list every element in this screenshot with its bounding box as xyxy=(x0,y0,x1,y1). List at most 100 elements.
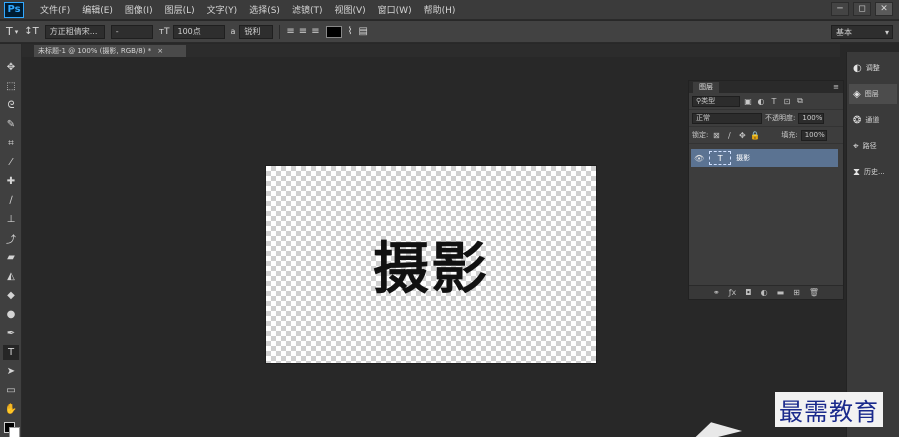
filter-type-icon[interactable]: T xyxy=(769,97,779,106)
dodge-tool-icon[interactable]: ● xyxy=(3,307,19,322)
lock-position-icon[interactable]: ✥ xyxy=(737,131,747,140)
opacity-input[interactable]: 100% xyxy=(798,112,825,124)
crop-tool-icon[interactable]: ⌗ xyxy=(3,136,19,151)
filter-shape-icon[interactable]: ⊡ xyxy=(782,97,792,106)
photoshop-logo: Ps xyxy=(4,1,24,18)
clone-stamp-tool-icon[interactable]: ⊥ xyxy=(3,212,19,227)
type-tool-icon: T xyxy=(6,25,13,38)
pen-tool-icon[interactable]: ✒ xyxy=(3,326,19,341)
history-brush-tool-icon[interactable]: ⤴ xyxy=(3,231,19,246)
fx-icon[interactable]: ƒx xyxy=(729,288,737,297)
menu-type[interactable]: 文字(Y) xyxy=(201,3,244,16)
dock-label: 历史... xyxy=(864,168,885,176)
canvas-text-layer[interactable]: 摄影 xyxy=(266,166,596,363)
close-button[interactable]: ✕ xyxy=(875,2,893,16)
dock-layers[interactable]: ◈ 图层 xyxy=(849,84,897,104)
align-right-icon[interactable]: ≡ xyxy=(311,26,319,37)
blend-mode-select[interactable]: 正常 xyxy=(692,112,762,124)
hand-tool-icon[interactable]: ✋ xyxy=(3,402,19,417)
menu-filter[interactable]: 滤镜(T) xyxy=(286,3,329,16)
document-tab-row: 未标题-1 @ 100% (摄影, RGB/8) * × xyxy=(22,44,840,57)
close-icon[interactable]: × xyxy=(157,47,163,55)
eyedropper-tool-icon[interactable]: ⁄ xyxy=(3,155,19,170)
filter-adjustment-icon[interactable]: ◐ xyxy=(756,97,766,106)
healing-brush-tool-icon[interactable]: ✚ xyxy=(3,174,19,189)
dock-channels[interactable]: ❂ 通道 xyxy=(849,110,897,130)
warp-text-icon[interactable]: ⌇ xyxy=(348,26,353,37)
text-orientation-toggle[interactable]: ↕T xyxy=(24,26,39,37)
layer-row[interactable]: 👁 T 摄影 xyxy=(691,149,838,167)
lasso-tool-icon[interactable]: ᘓ xyxy=(3,98,19,113)
adjustment-icon[interactable]: ◐ xyxy=(761,288,768,297)
mask-icon[interactable]: ◘ xyxy=(745,288,751,297)
anti-alias-select[interactable]: 锐利 xyxy=(239,24,274,39)
document-tab[interactable]: 未标题-1 @ 100% (摄影, RGB/8) * × xyxy=(34,45,186,57)
layers-panel-tab[interactable]: 图层 xyxy=(693,81,719,93)
font-size-input[interactable]: 100点 xyxy=(172,24,225,39)
menu-list: 文件(F) 编辑(E) 图像(I) 图层(L) 文字(Y) 选择(S) 滤镜(T… xyxy=(34,3,461,16)
background-color-swatch[interactable] xyxy=(9,427,20,437)
trash-icon[interactable]: 🗑 xyxy=(809,288,819,297)
menu-file[interactable]: 文件(F) xyxy=(34,3,76,16)
font-style-select[interactable]: - xyxy=(110,24,153,39)
dock-history[interactable]: ⧗ 历史... xyxy=(849,162,897,182)
restore-button[interactable]: ◻ xyxy=(853,2,871,16)
divider xyxy=(279,24,281,39)
blur-tool-icon[interactable]: ◆ xyxy=(3,288,19,303)
quick-select-tool-icon[interactable]: ✎ xyxy=(3,117,19,132)
adjust-icon: ◐ xyxy=(853,62,862,74)
new-layer-icon[interactable]: ⊞ xyxy=(793,288,800,297)
filter-pixel-icon[interactable]: ▣ xyxy=(743,97,753,106)
menu-edit[interactable]: 编辑(E) xyxy=(76,3,119,16)
watermark-text: 最需教育 xyxy=(775,392,883,427)
workspace-select[interactable]: 基本 ▾ xyxy=(831,25,893,39)
character-panel-icon[interactable]: ▤ xyxy=(358,26,367,37)
chevron-down-icon: ▾ xyxy=(884,27,889,37)
dock-label: 通道 xyxy=(865,116,880,124)
workspace-label: 基本 xyxy=(836,27,852,37)
filter-smart-object-icon[interactable]: ⧉ xyxy=(795,96,805,106)
paint-bucket-tool-icon[interactable]: ◭ xyxy=(3,269,19,284)
text-color-swatch[interactable] xyxy=(325,25,342,38)
panel-menu-icon[interactable]: ≡ xyxy=(833,83,839,91)
tools-panel: ✥ ⬚ ᘓ ✎ ⌗ ⁄ ✚ ∕ ⊥ ⤴ ▰ ◭ ◆ ● ✒ T ➤ ▭ ✋ ⚲ xyxy=(0,44,22,437)
move-tool-icon[interactable]: ✥ xyxy=(3,60,19,75)
menu-view[interactable]: 视图(V) xyxy=(328,3,371,16)
folder-icon[interactable]: ▬ xyxy=(777,288,785,297)
dock-label: 图层 xyxy=(864,90,879,98)
lock-transparent-icon[interactable]: ⊠ xyxy=(711,131,721,140)
marquee-tool-icon[interactable]: ⬚ xyxy=(3,79,19,94)
align-center-icon[interactable]: ≡ xyxy=(299,26,307,37)
link-icon[interactable]: ⚭ xyxy=(713,288,720,297)
menu-select[interactable]: 选择(S) xyxy=(243,3,286,16)
menu-image[interactable]: 图像(I) xyxy=(119,3,159,16)
eraser-tool-icon[interactable]: ▰ xyxy=(3,250,19,265)
layer-name[interactable]: 摄影 xyxy=(736,153,750,163)
eye-icon[interactable]: 👁 xyxy=(694,154,704,163)
text-orientation-icon: ↕T xyxy=(24,26,39,37)
align-left-icon[interactable]: ≡ xyxy=(286,26,294,37)
layers-panel: 图层 ≡ ⚲ 类型 ▣ ◐ T ⊡ ⧉ 正常 不透明度: 100% 锁定: ⊠ … xyxy=(688,80,844,300)
path-selection-tool-icon[interactable]: ➤ xyxy=(3,364,19,379)
layers-panel-footer: ⚭ ƒx ◘ ◐ ▬ ⊞ 🗑 xyxy=(689,285,843,299)
layer-filter-select[interactable]: ⚲ 类型 xyxy=(692,95,740,107)
brush-tool-icon[interactable]: ∕ xyxy=(3,193,19,208)
lock-all-icon[interactable]: 🔒 xyxy=(750,131,760,140)
type-tool-preset[interactable]: T ▾ xyxy=(6,25,18,38)
layer-filter-label: 类型 xyxy=(701,97,716,105)
dock-adjustments[interactable]: ◐ 调整 xyxy=(849,58,897,78)
menu-layer[interactable]: 图层(L) xyxy=(159,3,201,16)
fill-label: 填充: xyxy=(781,131,798,139)
font-family-select[interactable]: 方正粗倩宋... xyxy=(44,24,105,39)
rectangle-tool-icon[interactable]: ▭ xyxy=(3,383,19,398)
document-canvas[interactable]: 摄影 xyxy=(266,166,596,363)
type-tool-icon[interactable]: T xyxy=(3,345,19,360)
minimize-button[interactable]: ─ xyxy=(831,2,849,16)
dock-label: 调整 xyxy=(865,64,880,72)
fill-input[interactable]: 100% xyxy=(800,129,827,141)
dock-paths[interactable]: ⌖ 路径 xyxy=(849,136,897,156)
lock-image-icon[interactable]: ∕ xyxy=(724,131,734,140)
document-tab-label: 未标题-1 @ 100% (摄影, RGB/8) * xyxy=(38,47,152,55)
menu-window[interactable]: 窗口(W) xyxy=(372,3,418,16)
menu-help[interactable]: 帮助(H) xyxy=(418,3,462,16)
